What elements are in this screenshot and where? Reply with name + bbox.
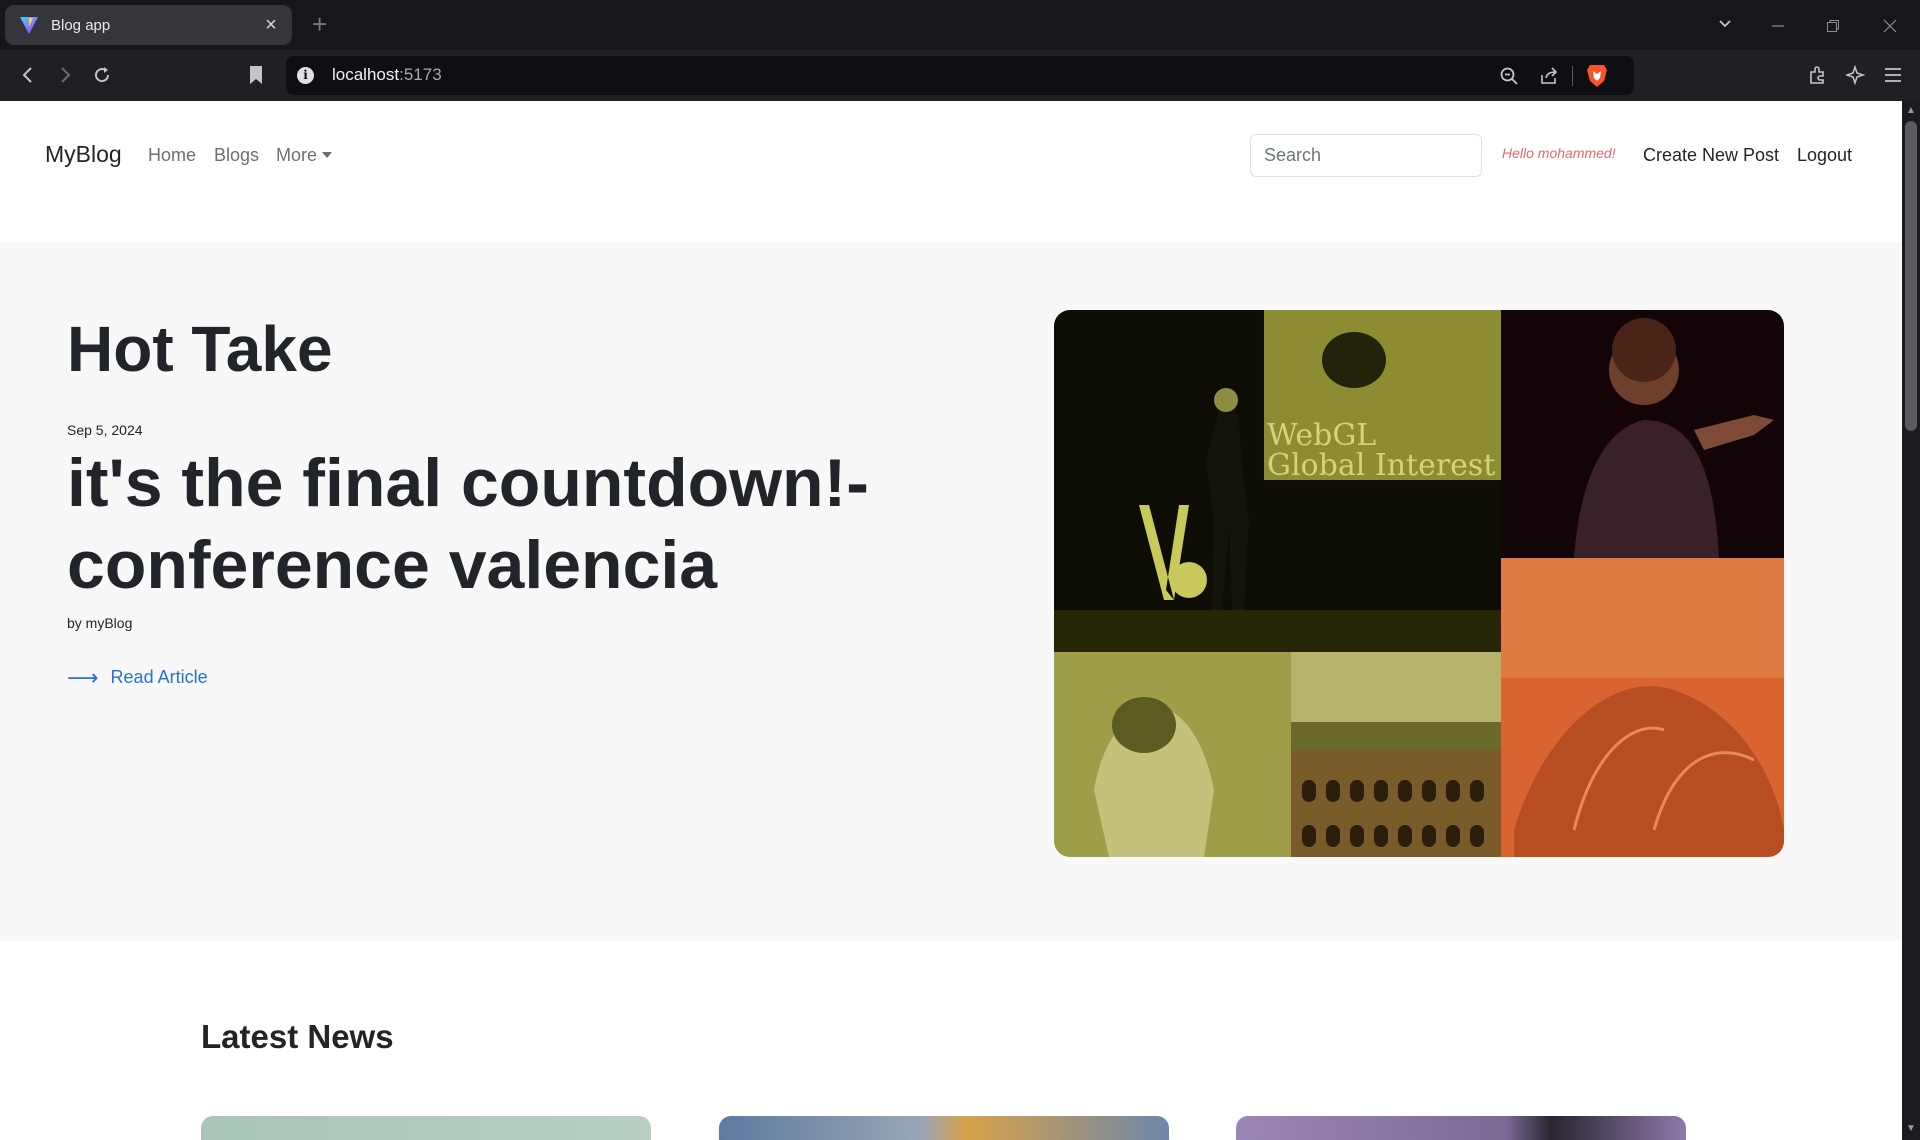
logout-link[interactable]: Logout bbox=[1797, 145, 1852, 166]
back-icon[interactable] bbox=[18, 65, 38, 85]
reload-icon[interactable] bbox=[92, 65, 112, 85]
share-icon[interactable] bbox=[1539, 66, 1559, 86]
url-separator bbox=[1572, 66, 1573, 86]
browser-tab-bar: Blog app × + bbox=[0, 0, 1920, 50]
user-greeting: Hello mohammed! bbox=[1502, 145, 1616, 161]
bookmark-icon[interactable] bbox=[247, 64, 265, 86]
site-navbar: MyBlog Home Blogs More Hello mohammed! C… bbox=[0, 101, 1902, 242]
page-scrollbar[interactable]: ▲ ▼ bbox=[1902, 101, 1920, 1140]
page-viewport: MyBlog Home Blogs More Hello mohammed! C… bbox=[0, 101, 1902, 1140]
tab-search-icon[interactable] bbox=[1717, 16, 1733, 32]
nav-more-dropdown[interactable]: More bbox=[276, 145, 333, 166]
minimize-icon[interactable] bbox=[1770, 18, 1786, 34]
scroll-down-icon[interactable]: ▼ bbox=[1906, 1123, 1916, 1134]
brave-shield-icon[interactable] bbox=[1586, 63, 1608, 88]
scrollbar-thumb[interactable] bbox=[1905, 121, 1917, 431]
new-tab-icon[interactable]: + bbox=[312, 10, 327, 38]
address-bar[interactable]: i localhost:5173 bbox=[286, 56, 1634, 95]
forward-icon[interactable] bbox=[55, 65, 75, 85]
nav-home[interactable]: Home bbox=[148, 145, 196, 166]
hero-post-title: it's the final countdown!- conference va… bbox=[67, 445, 869, 603]
restore-icon[interactable] bbox=[1825, 18, 1841, 34]
browser-tab[interactable]: Blog app × bbox=[5, 5, 292, 45]
collage-svg: WebGL Global Interest bbox=[1054, 310, 1784, 857]
read-article-link[interactable]: ⟶ Read Article bbox=[67, 664, 208, 690]
hero-collage-image[interactable]: WebGL Global Interest bbox=[1054, 310, 1784, 857]
post-byline: by myBlog bbox=[67, 615, 133, 631]
nav-more-label: More bbox=[276, 145, 318, 165]
info-icon[interactable]: i bbox=[297, 67, 314, 84]
slide-text-global: Global Interest bbox=[1267, 448, 1495, 483]
create-post-link[interactable]: Create New Post bbox=[1643, 145, 1779, 166]
hero-section: Hot Take Sep 5, 2024 it's the final coun… bbox=[0, 242, 1902, 941]
arrow-right-icon: ⟶ bbox=[67, 664, 99, 690]
browser-toolbar: i localhost:5173 bbox=[0, 50, 1920, 101]
brand-logo[interactable]: MyBlog bbox=[45, 141, 122, 168]
tab-title: Blog app bbox=[51, 16, 111, 34]
scroll-up-icon[interactable]: ▲ bbox=[1906, 105, 1916, 116]
hero-kicker: Hot Take bbox=[67, 313, 333, 385]
post-date: Sep 5, 2024 bbox=[67, 422, 143, 438]
caret-down-icon bbox=[322, 152, 333, 158]
close-icon[interactable] bbox=[1882, 18, 1898, 34]
read-article-label: Read Article bbox=[110, 667, 208, 687]
news-card-3[interactable] bbox=[1236, 1116, 1686, 1140]
extensions-icon[interactable] bbox=[1808, 65, 1828, 85]
news-card-2[interactable] bbox=[719, 1116, 1169, 1140]
url-text[interactable]: localhost:5173 bbox=[332, 65, 442, 85]
tab-close-icon[interactable]: × bbox=[260, 15, 282, 35]
zoom-icon[interactable] bbox=[1499, 66, 1519, 86]
slide-graphic bbox=[1322, 332, 1386, 388]
latest-news-heading: Latest News bbox=[201, 1018, 394, 1055]
vite-favicon-icon bbox=[20, 17, 38, 34]
search-input[interactable] bbox=[1250, 134, 1482, 177]
news-card-1[interactable] bbox=[201, 1116, 651, 1140]
menu-icon[interactable] bbox=[1883, 66, 1903, 84]
nav-blogs[interactable]: Blogs bbox=[214, 145, 259, 166]
leo-ai-icon[interactable] bbox=[1846, 65, 1866, 85]
